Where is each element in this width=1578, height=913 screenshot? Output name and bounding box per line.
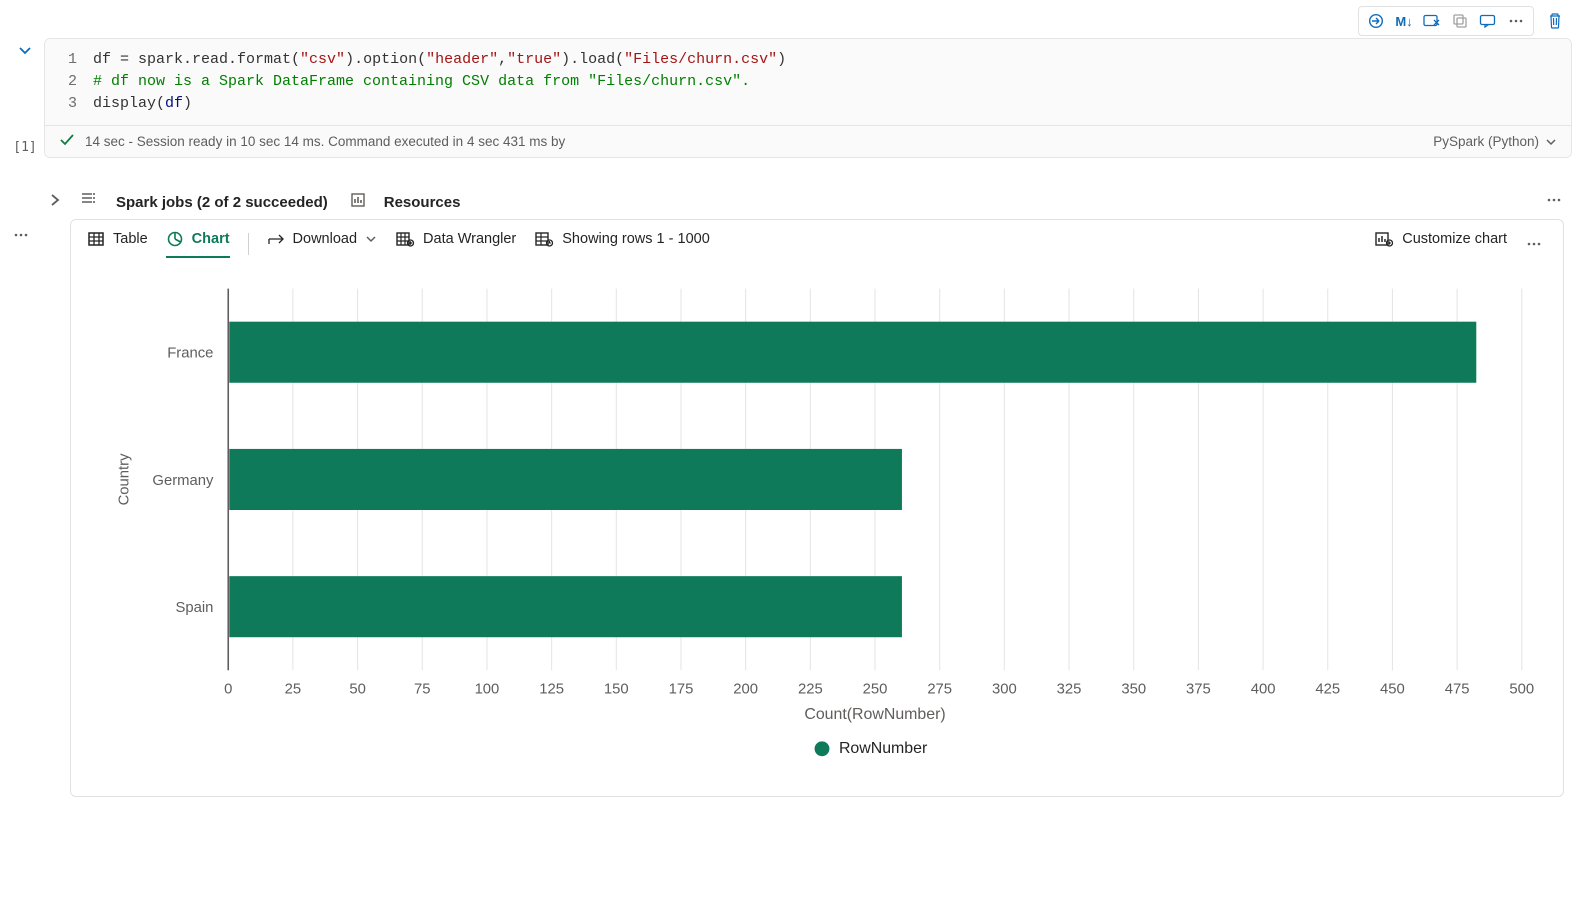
bar-chart: 0 25 50 75 100 125 150 175 200 225 250 275 300 325 350… (101, 278, 1543, 766)
code-body[interactable]: df = spark.read.format("csv").option("he… (93, 49, 786, 115)
svg-text:300: 300 (992, 682, 1017, 698)
bar (229, 576, 902, 637)
output-header-row: Spark jobs (2 of 2 succeeded) Resources (6, 177, 1572, 219)
svg-text:125: 125 (539, 682, 564, 698)
cell-toolbar: M↓ (6, 6, 1572, 36)
status-text: 14 sec - Session ready in 10 sec 14 ms. … (85, 134, 565, 149)
download-icon (267, 232, 285, 246)
svg-text:200: 200 (733, 682, 758, 698)
chart-area: 0 25 50 75 100 125 150 175 200 225 250 275 300 325 350… (71, 268, 1563, 796)
chevron-down-icon[interactable] (17, 42, 33, 61)
bar (229, 322, 1476, 383)
chevron-down-icon (365, 233, 377, 245)
tab-chart[interactable]: Chart (166, 230, 230, 258)
line-numbers: 1 2 3 (45, 49, 93, 115)
svg-text:275: 275 (927, 682, 952, 698)
rows-indicator[interactable]: Showing rows 1 - 1000 (534, 230, 710, 258)
chart-icon (166, 230, 184, 248)
output-toolbar: Table Chart Download Data Wrangler (71, 220, 1563, 268)
more-icon[interactable] (1521, 232, 1547, 256)
comment-icon[interactable] (1475, 9, 1501, 33)
svg-text:Germany: Germany (152, 473, 214, 489)
chevron-down-icon (1545, 136, 1557, 148)
svg-text:Count(RowNumber): Count(RowNumber) (804, 706, 945, 723)
svg-text:France: France (167, 346, 213, 362)
svg-text:175: 175 (669, 682, 694, 698)
svg-text:375: 375 (1186, 682, 1211, 698)
svg-text:350: 350 (1121, 682, 1146, 698)
svg-text:25: 25 (285, 682, 302, 698)
svg-text:500: 500 (1509, 682, 1534, 698)
check-icon (59, 132, 75, 151)
svg-text:0: 0 (224, 682, 232, 698)
svg-text:450: 450 (1380, 682, 1405, 698)
markdown-icon[interactable]: M↓ (1391, 9, 1417, 33)
cell-collapse-gutter (6, 38, 44, 158)
divider (248, 233, 249, 255)
svg-text:RowNumber: RowNumber (839, 740, 928, 757)
spark-jobs-icon (80, 191, 98, 213)
svg-text:225: 225 (798, 682, 823, 698)
customize-chart-button[interactable]: Customize chart (1374, 230, 1507, 258)
bar (229, 449, 902, 510)
svg-text:Spain: Spain (175, 600, 213, 616)
resources-icon (350, 192, 366, 212)
resources-label[interactable]: Resources (384, 194, 461, 211)
svg-text:425: 425 (1315, 682, 1340, 698)
cell-toolbar-group: M↓ (1358, 6, 1534, 36)
svg-text:475: 475 (1445, 682, 1470, 698)
clear-output-icon[interactable] (1419, 9, 1445, 33)
table-icon (87, 230, 105, 248)
run-alt-icon[interactable] (1363, 9, 1389, 33)
code-cell[interactable]: 1 2 3 df = spark.read.format("csv").opti… (44, 38, 1572, 158)
download-button[interactable]: Download (267, 231, 378, 257)
table-rows-icon (534, 230, 554, 248)
svg-text:50: 50 (349, 682, 366, 698)
cell-more-icon[interactable] (6, 219, 36, 246)
delete-icon[interactable] (1542, 9, 1568, 33)
svg-text:Country: Country (117, 453, 133, 506)
svg-text:100: 100 (475, 682, 500, 698)
status-row: 14 sec - Session ready in 10 sec 14 ms. … (45, 125, 1571, 157)
language-selector[interactable]: PySpark (Python) (1433, 134, 1557, 149)
output-panel: Table Chart Download Data Wrangler (70, 219, 1564, 797)
svg-text:150: 150 (604, 682, 629, 698)
more-icon[interactable] (1546, 192, 1562, 212)
wrangler-icon (395, 230, 415, 248)
svg-text:325: 325 (1057, 682, 1082, 698)
svg-text:75: 75 (414, 682, 430, 698)
copy-icon[interactable] (1447, 9, 1473, 33)
data-wrangler-button[interactable]: Data Wrangler (395, 230, 516, 258)
customize-icon (1374, 230, 1394, 248)
tab-table[interactable]: Table (87, 230, 148, 258)
svg-text:400: 400 (1251, 682, 1276, 698)
more-icon[interactable] (1503, 9, 1529, 33)
chevron-right-icon[interactable] (48, 193, 62, 211)
spark-jobs-label[interactable]: Spark jobs (2 of 2 succeeded) (116, 194, 328, 211)
svg-text:250: 250 (863, 682, 888, 698)
